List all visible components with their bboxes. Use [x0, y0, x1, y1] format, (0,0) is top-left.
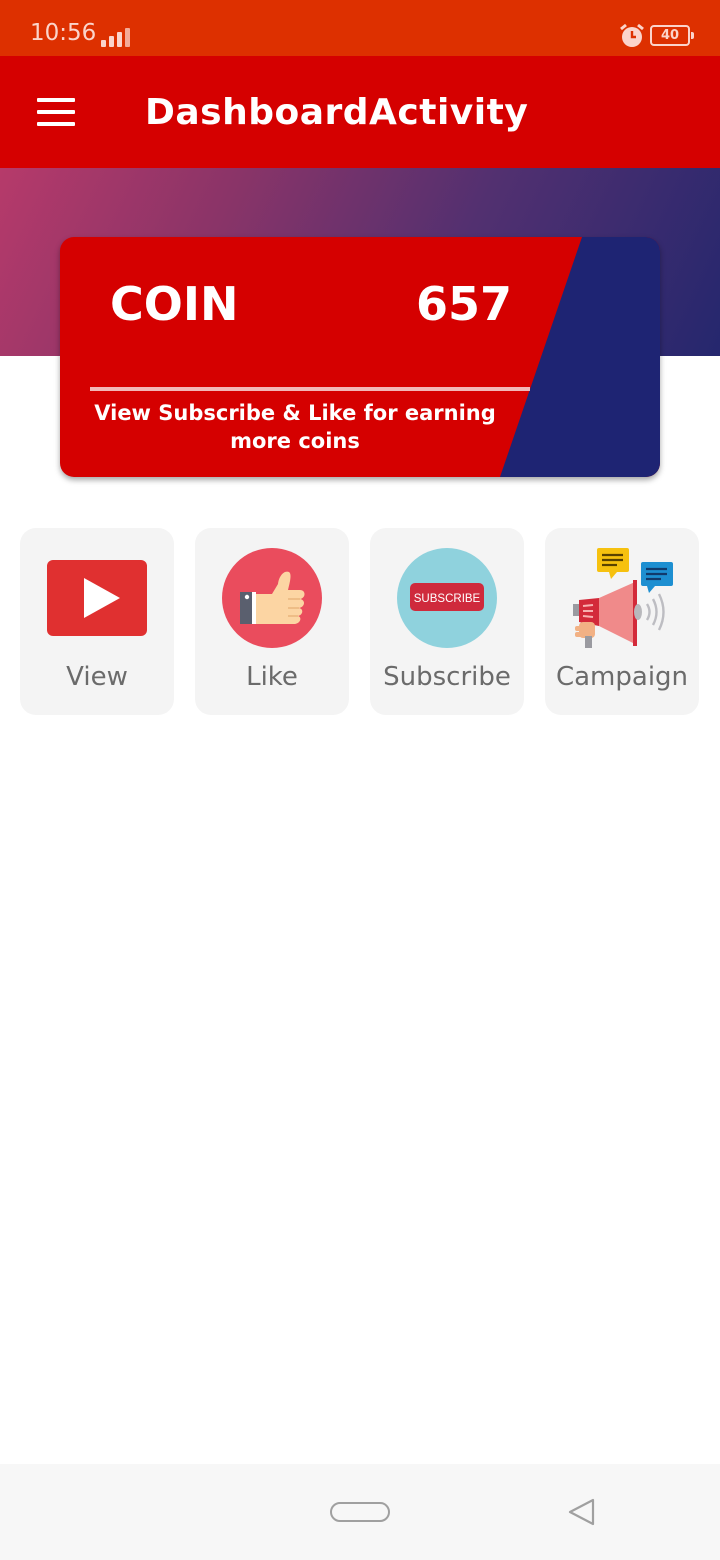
- alarm-icon: [620, 23, 644, 47]
- coin-balance: 657: [416, 277, 513, 331]
- page-title: DashboardActivity: [145, 92, 529, 133]
- tile-campaign[interactable]: Campaign: [545, 528, 699, 715]
- coin-card: COIN 657 View Subscribe & Like for earni…: [60, 237, 660, 477]
- back-icon[interactable]: [566, 1497, 596, 1527]
- tile-view-label: View: [66, 662, 128, 692]
- subscribe-icon-text: SUBSCRIBE: [414, 593, 481, 605]
- tile-view[interactable]: View: [20, 528, 174, 715]
- coin-hint: View Subscribe & Like for earning more c…: [94, 401, 496, 453]
- youtube-play-icon: [47, 560, 147, 636]
- status-bar: 10:56 40: [0, 0, 720, 56]
- megaphone-icon: [573, 548, 673, 648]
- tile-subscribe[interactable]: SUBSCRIBE Subscribe: [370, 528, 524, 715]
- coin-divider: [90, 387, 530, 391]
- tile-like[interactable]: Like: [195, 528, 349, 715]
- home-pill-icon[interactable]: [330, 1502, 390, 1522]
- tile-subscribe-label: Subscribe: [383, 662, 511, 692]
- battery-icon: 40: [650, 25, 694, 46]
- tile-like-label: Like: [246, 662, 298, 692]
- app-bar: DashboardActivity: [0, 56, 720, 168]
- system-nav-bar: [0, 1464, 720, 1560]
- tile-campaign-label: Campaign: [555, 662, 689, 692]
- hamburger-menu-icon[interactable]: [26, 84, 86, 140]
- signal-icon: [101, 27, 131, 47]
- thumbs-up-icon: [222, 548, 322, 648]
- subscribe-icon: SUBSCRIBE: [397, 548, 497, 648]
- coin-label: COIN: [110, 277, 239, 331]
- status-time: 10:56: [30, 20, 97, 46]
